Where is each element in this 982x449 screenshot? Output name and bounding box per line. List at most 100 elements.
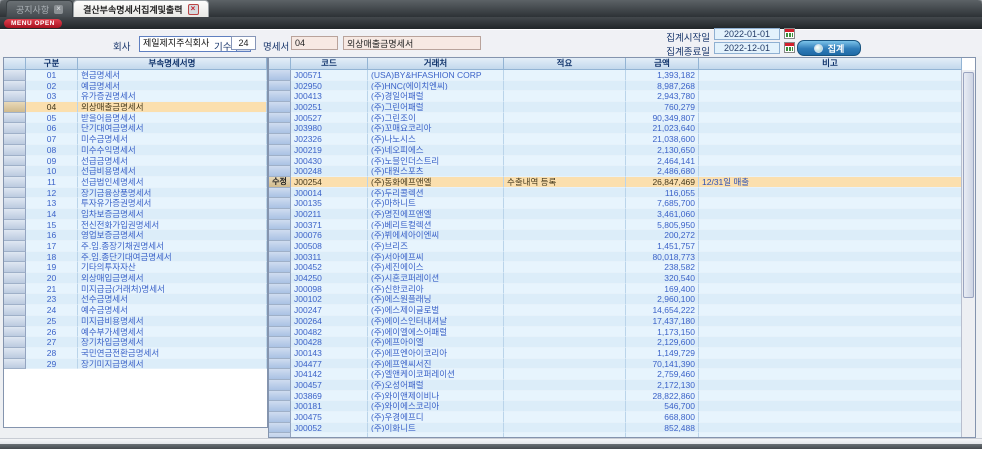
table-row[interactable]: J00076(주)뷔에세아이엔씨200,272: [269, 230, 962, 241]
row-selector[interactable]: [269, 294, 291, 305]
statement-name-input[interactable]: [343, 36, 481, 50]
row-selector[interactable]: [4, 198, 26, 209]
table-row[interactable]: J02326(주)나노시스21,038,600: [269, 134, 962, 145]
list-item[interactable]: 29장기미지급명세서: [4, 359, 267, 370]
list-item[interactable]: 01현금명세서: [4, 70, 267, 81]
list-item[interactable]: 19기타의투자자산: [4, 262, 267, 273]
table-row[interactable]: J04250(주)시혼코퍼레이션320,540: [269, 273, 962, 284]
row-selector[interactable]: [269, 156, 291, 167]
row-selector[interactable]: [4, 113, 26, 124]
list-item[interactable]: 07미수금명세서: [4, 134, 267, 145]
row-selector[interactable]: [269, 284, 291, 295]
row-selector[interactable]: [269, 220, 291, 231]
row-selector[interactable]: [4, 273, 26, 284]
row-selector[interactable]: [269, 188, 291, 199]
table-row[interactable]: J00475(주)우경에프디668,800: [269, 412, 962, 423]
row-selector[interactable]: [4, 252, 26, 263]
row-selector[interactable]: [4, 70, 26, 81]
col-header-customer[interactable]: 거래처: [368, 58, 504, 70]
table-row[interactable]: J00457(주)오성어패럴2,172,130: [269, 380, 962, 391]
table-row[interactable]: J04477(주)에프엔씨서진70,141,390: [269, 359, 962, 370]
row-selector[interactable]: [269, 198, 291, 209]
row-selector[interactable]: [269, 391, 291, 402]
calendar-icon[interactable]: [784, 28, 795, 39]
list-item[interactable]: 06단기대여금명세서: [4, 123, 267, 134]
end-date-input[interactable]: [714, 42, 780, 54]
list-item[interactable]: 20외상매입금명세서: [4, 273, 267, 284]
row-selector[interactable]: [269, 134, 291, 145]
row-selector[interactable]: [269, 359, 291, 370]
list-item[interactable]: 03유가증권명세서: [4, 91, 267, 102]
list-item[interactable]: 08미수수익명세서: [4, 145, 267, 156]
table-row[interactable]: J00181(주)와이에스코리아546,700: [269, 401, 962, 412]
table-row[interactable]: J00211(주)명진에프앤엘3,461,060: [269, 209, 962, 220]
table-row[interactable]: J00219(주)네오피에스2,130,650: [269, 145, 962, 156]
col-header-memo[interactable]: 적요: [504, 58, 626, 70]
row-selector[interactable]: [4, 209, 26, 220]
start-date-input[interactable]: [714, 28, 780, 40]
table-row[interactable]: J00452(주)세진에이스238,582: [269, 262, 962, 273]
row-selector[interactable]: [269, 423, 291, 434]
list-item[interactable]: 12장기금융상품명세서: [4, 188, 267, 199]
table-row[interactable]: J00508(주)브리즈1,451,757: [269, 241, 962, 252]
row-selector[interactable]: [4, 327, 26, 338]
row-selector[interactable]: 수정: [269, 177, 291, 188]
row-selector[interactable]: [269, 241, 291, 252]
row-selector[interactable]: [4, 262, 26, 273]
table-row[interactable]: J00251(주)그린어패럴760,279: [269, 102, 962, 113]
table-row[interactable]: J00527(주)그린조이90,349,807: [269, 113, 962, 124]
row-selector[interactable]: [4, 134, 26, 145]
table-row[interactable]: J00102(주)에스원플래닝2,960,100: [269, 294, 962, 305]
list-item[interactable]: 23선수금명세서: [4, 294, 267, 305]
list-item[interactable]: 15전신전화가입권명세서: [4, 220, 267, 231]
table-row[interactable]: J00247(주)에스제이글로벌14,654,222: [269, 305, 962, 316]
table-row[interactable]: J03980(주)꼬매요코리아21,023,640: [269, 123, 962, 134]
row-selector[interactable]: [4, 348, 26, 359]
row-selector[interactable]: [269, 209, 291, 220]
menu-open-button[interactable]: MENU OPEN: [4, 19, 62, 28]
list-item[interactable]: 28국민연금전환금명세서: [4, 348, 267, 359]
list-item[interactable]: 27장기차입금명세서: [4, 337, 267, 348]
list-item[interactable]: 16영업보증금명세서: [4, 230, 267, 241]
table-row[interactable]: J00482(주)에이엘에스어패럴1,173,150: [269, 327, 962, 338]
list-item[interactable]: 17주.임.종장기채권명세서: [4, 241, 267, 252]
row-selector[interactable]: [269, 81, 291, 92]
row-selector[interactable]: [4, 230, 26, 241]
table-row[interactable]: J02950(주)HNC(에이치엔씨)8,987,268: [269, 81, 962, 92]
tab-inactive[interactable]: 공지사항×: [6, 0, 73, 17]
period-input[interactable]: [231, 36, 256, 50]
close-icon[interactable]: ×: [188, 4, 199, 15]
list-item[interactable]: 13투자유가증권명세서: [4, 198, 267, 209]
row-selector[interactable]: [4, 145, 26, 156]
list-item[interactable]: 09선급금명세서: [4, 156, 267, 167]
row-selector[interactable]: [4, 177, 26, 188]
row-selector[interactable]: [269, 102, 291, 113]
table-row[interactable]: J00052(주)이화니트852,488: [269, 423, 962, 434]
row-selector[interactable]: [4, 220, 26, 231]
row-selector[interactable]: [4, 337, 26, 348]
row-selector[interactable]: [269, 327, 291, 338]
table-row[interactable]: J00428(주)에프아이엘2,129,600: [269, 337, 962, 348]
list-item[interactable]: 25미지급비용명세서: [4, 316, 267, 327]
table-row[interactable]: J00248(주)대원스포츠2,486,680: [269, 166, 962, 177]
tab-active[interactable]: 결산부속명세서집계및출력×: [73, 0, 208, 17]
list-item[interactable]: 10선급비용명세서: [4, 166, 267, 177]
row-selector[interactable]: [269, 273, 291, 284]
table-row[interactable]: J00098(주)신한코리아169,400: [269, 284, 962, 295]
calendar-icon[interactable]: [784, 42, 795, 53]
col-header-note[interactable]: 비고: [699, 58, 962, 70]
row-selector[interactable]: [4, 316, 26, 327]
list-item[interactable]: 26예수부가세명세서: [4, 327, 267, 338]
row-selector[interactable]: [269, 230, 291, 241]
row-selector[interactable]: [269, 252, 291, 263]
row-selector[interactable]: [4, 123, 26, 134]
list-item[interactable]: 21미지급금(거래처)명세서: [4, 284, 267, 295]
row-selector[interactable]: [269, 262, 291, 273]
table-row[interactable]: J03869(주)와이앤제이비나28,822,860: [269, 391, 962, 402]
table-row[interactable]: J00430(주)노블인더스트리2,464,141: [269, 156, 962, 167]
row-selector[interactable]: [269, 369, 291, 380]
row-selector[interactable]: [4, 241, 26, 252]
table-row[interactable]: 수정J00254(주)동화에프앤엘수출내역 등록26,847,46912/31일…: [269, 177, 962, 188]
row-selector[interactable]: [269, 123, 291, 134]
table-row[interactable]: J00135(주)마하니트7,685,700: [269, 198, 962, 209]
